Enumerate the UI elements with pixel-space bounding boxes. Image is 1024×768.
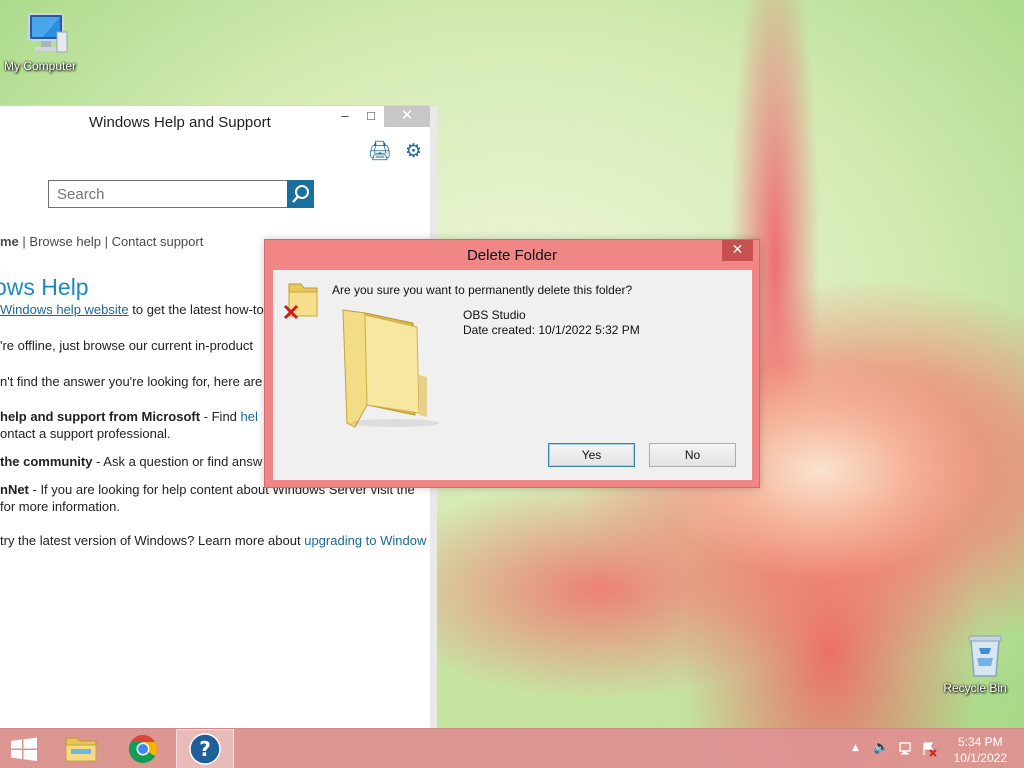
folder-name: OBS Studio [463,308,526,322]
nav-browse-help-link[interactable]: Browse help [29,234,101,249]
search-icon [292,185,309,203]
help-window-title: Windows Help and Support [89,114,271,131]
help-line: Windows help website to get the latest h… [0,302,264,317]
taskbar: ? ▲ 🔈 5:34 PM 10/1/2022 [0,728,1024,768]
help-line-text: - Find [200,409,241,424]
help-link[interactable]: hel [241,409,258,424]
recycle-bin-label: Recycle Bin [943,681,1007,695]
support-from-microsoft-heading: help and support from Microsoft [0,409,201,424]
help-line: 're offline, just browse our current in-… [0,338,253,353]
upgrading-windows-link[interactable]: upgrading to Window [304,533,426,548]
nav-home-link[interactable]: me [0,234,19,249]
gear-icon[interactable]: ⚙ [405,142,422,162]
folder-icon [342,309,439,428]
desktop: { "desktop": { "icons": [ {"label": "My … [0,0,1024,768]
breadcrumb: me | Browse help | Contact support [0,234,203,249]
windows-logo-icon [11,737,37,761]
action-center-icon[interactable] [922,741,938,757]
no-button[interactable]: No [649,443,736,467]
volume-icon[interactable]: 🔈 [873,740,889,755]
close-button[interactable]: ✕ [384,106,430,127]
nav-contact-support-link[interactable]: Contact support [112,234,204,249]
clock-time: 5:34 PM [957,735,1003,749]
folder-icon [65,737,97,762]
search-input[interactable] [49,181,285,207]
print-icon[interactable]: 🖨 [368,142,392,162]
minimize-button[interactable]: – [332,106,358,127]
help-line-text: try the latest version of Windows? Learn… [0,533,305,548]
help-line: help and support from Microsoft - Find h… [0,409,258,424]
delete-folder-icon [283,283,318,320]
my-computer-icon[interactable]: My Computer [0,10,80,73]
folder-date-created: Date created: 10/1/2022 5:32 PM [463,323,640,337]
window-controls: – □ ✕ [332,106,430,127]
start-button[interactable] [0,729,48,768]
maximize-button[interactable]: □ [358,106,384,127]
help-line: try the latest version of Windows? Learn… [0,533,426,548]
nav-separator: | [18,234,30,249]
help-line: the community - Ask a question or find a… [0,454,262,469]
help-line-text: - Ask a question or find answ [92,454,263,469]
nav-separator: | [100,234,112,249]
file-explorer-taskbar-button[interactable] [52,729,110,768]
yes-button[interactable]: Yes [548,443,635,467]
my-computer-label: My Computer [3,59,77,73]
recycle-bin-desktop-icon[interactable]: Recycle Bin [935,632,1015,695]
network-icon[interactable] [898,741,914,757]
page-title: ows Help [0,274,89,300]
svg-text:?: ? [199,737,211,761]
windows-help-website-link[interactable]: Windows help website [0,302,129,317]
system-clock[interactable]: 5:34 PM 10/1/2022 [954,734,1007,766]
dialog-title: Delete Folder [466,247,558,264]
chrome-icon [129,735,157,763]
technet-heading: nNet [0,482,29,497]
clock-date: 10/1/2022 [953,751,1007,765]
help-and-support-taskbar-button[interactable]: ? [176,729,234,768]
help-titlebar[interactable]: Windows Help and Support – □ ✕ [0,106,430,136]
help-line: for more information. [0,499,120,514]
computer-icon [28,13,68,53]
chrome-taskbar-button[interactable] [114,729,172,768]
dialog-close-button[interactable]: ✕ [722,240,753,261]
help-icon: ? [189,733,221,765]
help-line: n't find the answer you're looking for, … [0,374,263,389]
delete-folder-dialog: Delete Folder ✕ Are you sure you want to… [264,239,760,488]
search-box [48,180,314,208]
search-button[interactable] [287,180,314,208]
confirmation-question: Are you sure you want to permanently del… [332,283,633,297]
help-line: ontact a support professional. [0,426,171,441]
community-heading: the community [0,454,93,469]
show-hidden-icons-button[interactable]: ▲ [852,743,859,753]
recycle-bin-icon [968,635,1002,677]
help-toolbar: 🖨 ⚙ [368,142,422,162]
help-line-text: to get the latest how-to [128,302,264,317]
dialog-body: Are you sure you want to permanently del… [273,270,752,480]
